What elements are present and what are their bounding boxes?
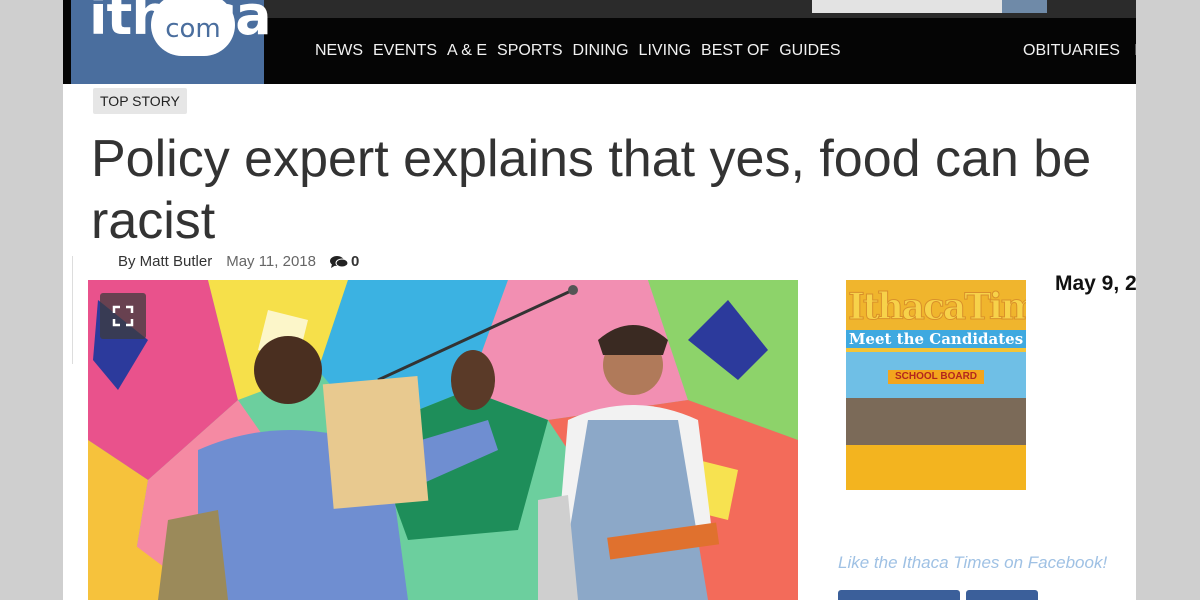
expand-button[interactable] xyxy=(100,293,146,339)
cover-candidates-image xyxy=(846,398,1026,446)
nav-right: OBITUARIES R xyxy=(1023,42,1136,60)
facebook-share-button[interactable] xyxy=(966,590,1038,600)
magazine-cover[interactable]: IthacaTimes Meet the Candidates SCHOOL B… xyxy=(846,280,1026,490)
publish-date: May 11, 2018 xyxy=(226,253,316,270)
cover-subtitle: Meet the Candidates xyxy=(846,330,1026,348)
article-byline: By Matt Butler May 11, 2018 0 xyxy=(118,253,359,270)
divider xyxy=(63,256,73,364)
issue-date: May 9, 2 xyxy=(1055,272,1136,295)
comment-count[interactable]: 0 xyxy=(351,253,359,270)
search-button[interactable] xyxy=(1002,0,1047,13)
search-input[interactable] xyxy=(812,0,1002,13)
nav-item-guides[interactable]: GUIDES xyxy=(779,42,840,60)
site-logo[interactable]: ithaca com xyxy=(71,0,272,84)
nav-item-dining[interactable]: DINING xyxy=(573,42,629,60)
photo-image xyxy=(88,280,798,600)
comment-icon[interactable] xyxy=(329,255,349,269)
main-nav: NEWS EVENTS A & E SPORTS DINING LIVING B… xyxy=(315,42,851,60)
nav-item-best-of[interactable]: BEST OF xyxy=(701,42,769,60)
nav-item-news[interactable]: NEWS xyxy=(315,42,363,60)
nav-item-sports[interactable]: SPORTS xyxy=(497,42,563,60)
facebook-like-button[interactable] xyxy=(838,590,960,600)
page: ithaca com NEWS EVENTS A & E SPORTS DINI… xyxy=(63,0,1136,600)
facebook-link[interactable]: Like the Ithaca Times on Facebook! xyxy=(838,553,1107,573)
cover-banner: SCHOOL BOARD xyxy=(888,370,984,384)
nav-item-ae[interactable]: A & E xyxy=(447,42,487,60)
nav-item-truncated[interactable]: R xyxy=(1134,42,1136,59)
nav-item-events[interactable]: EVENTS xyxy=(373,42,437,60)
site-header: ithaca com NEWS EVENTS A & E SPORTS DINI… xyxy=(63,0,1136,84)
cover-footer xyxy=(846,445,1026,490)
expand-icon xyxy=(112,305,134,327)
nav-item-obituaries[interactable]: OBITUARIES xyxy=(1023,42,1120,59)
cover-title: IthacaTimes xyxy=(848,286,1026,329)
article-photo[interactable] xyxy=(88,280,798,600)
top-story-badge[interactable]: TOP STORY xyxy=(93,88,187,114)
logo-subtext: com xyxy=(165,14,221,44)
author-link[interactable]: By Matt Butler xyxy=(118,253,212,270)
article-headline: Policy expert explains that yes, food ca… xyxy=(91,130,1092,250)
nav-item-living[interactable]: LIVING xyxy=(639,42,691,60)
